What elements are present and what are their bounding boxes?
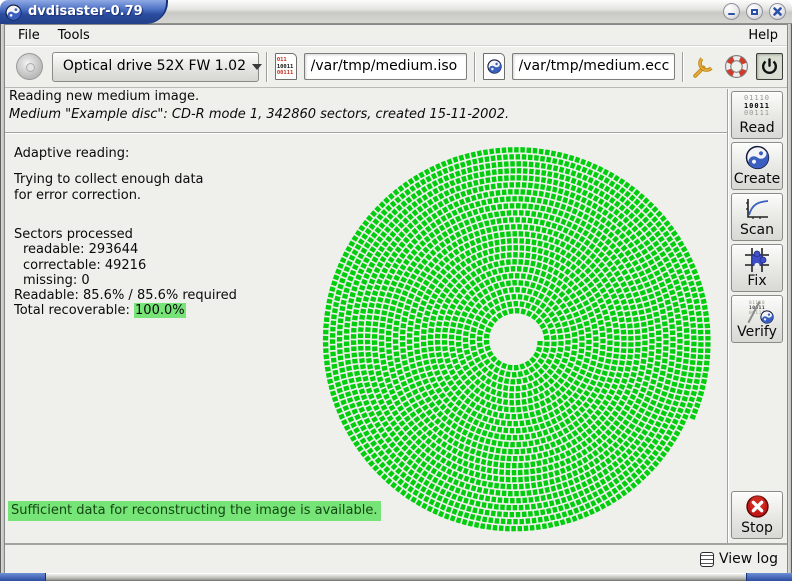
minimize-button[interactable] — [723, 3, 740, 20]
window-title: dvdisaster-0.79 — [28, 4, 143, 20]
window-controls — [723, 3, 786, 20]
window-border-bottom — [0, 573, 792, 581]
close-button[interactable] — [769, 3, 786, 20]
adaptive-reading-panel: Adaptive reading: Trying to collect enou… — [14, 146, 314, 319]
verify-button[interactable]: 01110 10011 00111 Verify — [731, 295, 783, 343]
close-icon — [773, 7, 782, 16]
power-icon — [760, 57, 779, 76]
toolbar: Optical drive 52X FW 1.02 011 10011 0011… — [5, 46, 787, 88]
binary-lines-icon: 01110 10011 00111 — [732, 92, 782, 121]
sectors-heading: Sectors processed — [14, 227, 314, 242]
ecc-file-icon — [483, 53, 505, 80]
toolbar-separator — [474, 52, 476, 82]
readable-summary: Readable: 85.6% / 85.6% required — [14, 288, 314, 303]
toolbar-separator — [682, 52, 684, 82]
recoverable-line: Total recoverable: 100.0% — [14, 303, 314, 318]
app-logo-yinyang-icon — [5, 4, 22, 21]
minimize-icon — [728, 13, 735, 15]
mini-yinyang-icon — [760, 310, 774, 324]
view-log-label: View log — [719, 551, 778, 567]
bottom-left-corner-grip[interactable] — [0, 573, 46, 581]
status-bar: View log — [5, 543, 787, 573]
maximize-icon — [751, 9, 758, 15]
status-line1: Reading new medium image. — [5, 89, 727, 104]
scan-button[interactable]: Scan — [731, 193, 783, 241]
status-head: Reading new medium image. Medium "Exampl… — [5, 89, 727, 122]
create-button[interactable]: Create — [731, 142, 783, 190]
window-border-left — [0, 24, 4, 573]
help-button[interactable] — [723, 53, 750, 80]
menu-bar: File Tools Help — [5, 25, 787, 46]
iso-path-input[interactable] — [304, 53, 467, 80]
ecc-path-input[interactable] — [512, 53, 675, 80]
menu-file[interactable]: File — [9, 26, 49, 45]
log-list-icon — [700, 552, 714, 567]
status-separator — [5, 132, 727, 134]
action-sidebar: 01110 10011 00111 Read Create — [731, 89, 783, 543]
compare-icon: 01110 10011 00111 — [732, 296, 782, 325]
stop-icon — [732, 492, 782, 521]
maximize-button[interactable] — [746, 3, 763, 20]
title-tab: dvdisaster-0.79 — [0, 0, 168, 24]
wrench-icon — [691, 54, 716, 79]
curve-chart-icon — [732, 194, 782, 223]
recoverable-label: Total recoverable: — [14, 303, 134, 318]
recoverable-value: 100.0% — [134, 303, 186, 318]
preferences-button[interactable] — [691, 53, 718, 80]
ecc-yinyang-icon — [487, 59, 502, 74]
stop-button[interactable]: Stop — [731, 491, 783, 539]
lifebuoy-icon — [724, 54, 749, 79]
create-button-label: Create — [734, 172, 781, 187]
fix-button-label: Fix — [747, 274, 766, 289]
scan-button-label: Scan — [740, 223, 774, 238]
window-border-right — [788, 24, 792, 573]
view-log-button[interactable]: View log — [700, 551, 778, 567]
title-bar[interactable]: dvdisaster-0.79 — [0, 0, 792, 24]
disc-spiral-visualization — [315, 141, 715, 541]
panel-desc-line2: for error correction. — [14, 188, 314, 204]
menu-tools[interactable]: Tools — [49, 26, 99, 45]
footer-message: Sufficient data for reconstructing the i… — [8, 501, 381, 521]
menu-help[interactable]: Help — [739, 26, 787, 45]
read-button-label: Read — [739, 121, 774, 136]
read-button[interactable]: 01110 10011 00111 Read — [731, 91, 783, 139]
yinyang-icon — [732, 143, 782, 172]
image-file-bits: 011 10011 00111 — [276, 54, 296, 77]
puzzle-icon — [732, 245, 782, 274]
drive-selector-value: Optical drive 52X FW 1.02 — [53, 58, 252, 75]
image-file-icon: 011 10011 00111 — [275, 53, 297, 80]
app-window: dvdisaster-0.79 File Tools Help Optical … — [0, 0, 792, 581]
sectors-readable: readable: 293644 — [14, 242, 314, 257]
panel-desc-line1: Trying to collect enough data — [14, 172, 314, 188]
sidebar-separator — [727, 89, 729, 543]
status-line2: Medium "Example disc": CD-R mode 1, 3428… — [5, 107, 727, 122]
chevron-down-icon — [252, 64, 262, 70]
sectors-missing: missing: 0 — [14, 273, 314, 288]
quit-button[interactable] — [756, 53, 783, 80]
panel-heading: Adaptive reading: — [14, 146, 314, 161]
bottom-right-corner-grip[interactable] — [746, 573, 792, 581]
toolbar-separator — [266, 52, 268, 82]
stop-button-label: Stop — [741, 521, 773, 536]
verify-button-label: Verify — [737, 325, 777, 340]
disc-spiral-sectors — [326, 150, 709, 529]
cd-disc-icon — [16, 53, 43, 80]
fix-button[interactable]: Fix — [731, 244, 783, 292]
sectors-correctable: correctable: 49216 — [14, 258, 314, 273]
drive-selector[interactable]: Optical drive 52X FW 1.02 — [52, 52, 259, 82]
